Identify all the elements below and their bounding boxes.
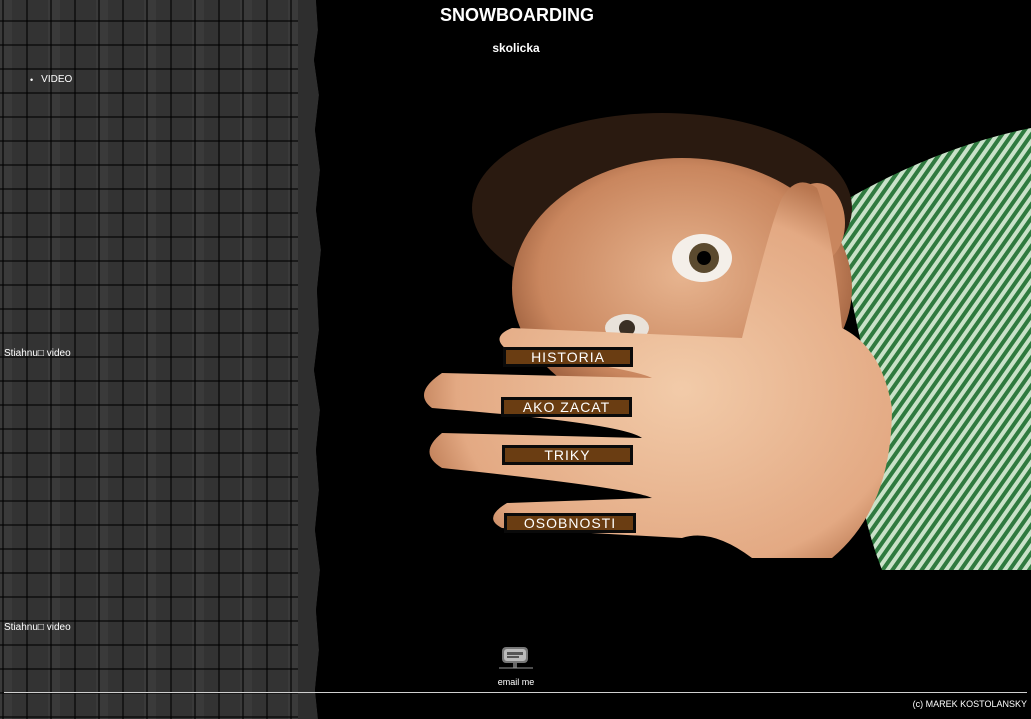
sidebar-item-video[interactable]: • VIDEO [30, 74, 72, 85]
menu-button-ako-zacat[interactable]: AKO ZACAT [501, 397, 632, 417]
email-link[interactable]: email me [486, 677, 546, 687]
download-video-link-2[interactable]: Stiahnu□ video [4, 622, 71, 633]
sidebar-item-label[interactable]: VIDEO [41, 74, 72, 85]
menu-button-triky[interactable]: TRIKY [502, 445, 633, 465]
hero-photo [412, 88, 1031, 570]
copyright-text: (c) MAREK KOSTOLANSKY [912, 699, 1027, 709]
mailbox-icon[interactable] [499, 641, 533, 669]
sidebar-torn-edge [298, 0, 324, 719]
footer-divider [4, 692, 1027, 693]
page-title: SNOWBOARDING [440, 5, 594, 25]
bullet-icon: • [30, 74, 34, 85]
sidebar-nav: • VIDEO [30, 74, 72, 85]
menu-button-historia[interactable]: HISTORIA [503, 347, 633, 367]
download-video-link-1[interactable]: Stiahnu□ video [4, 348, 71, 359]
sidebar-background [0, 0, 312, 719]
menu-button-osobnosti[interactable]: OSOBNOSTI [504, 513, 636, 533]
page-subtitle: skolicka [492, 41, 540, 55]
